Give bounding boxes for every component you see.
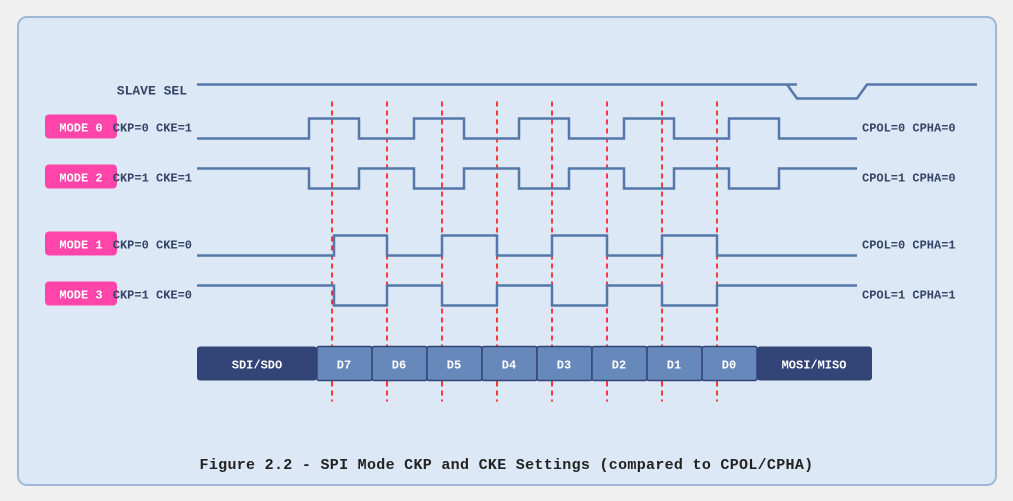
- mode3-cpol-cpha: CPOL=1 CPHA=1: [862, 288, 956, 302]
- d1-label: D1: [666, 358, 680, 372]
- diagram-area: SLAVE SEL MODE 0 CKP=0 CKE=1: [37, 36, 977, 447]
- d5-label: D5: [446, 358, 460, 372]
- d6-label: D6: [391, 358, 405, 372]
- mode3-label: MODE 3: [59, 288, 102, 302]
- sdi-sdo-label: SDI/SDO: [231, 358, 281, 372]
- mode1-label: MODE 1: [59, 238, 102, 252]
- mode3-params: CKP=1 CKE=0: [112, 288, 191, 302]
- mode0-label: MODE 0: [59, 121, 102, 135]
- figure-caption: Figure 2.2 - SPI Mode CKP and CKE Settin…: [37, 447, 977, 474]
- d4-label: D4: [501, 358, 515, 372]
- slave-sel-label: SLAVE SEL: [116, 83, 186, 98]
- mode2-params: CKP=1 CKE=1: [112, 171, 191, 185]
- d2-label: D2: [611, 358, 625, 372]
- mosi-miso-label: MOSI/MISO: [781, 358, 846, 372]
- d3-label: D3: [556, 358, 570, 372]
- mode2-cpol-cpha: CPOL=1 CPHA=0: [862, 171, 956, 185]
- d0-label: D0: [721, 358, 735, 372]
- main-container: SLAVE SEL MODE 0 CKP=0 CKE=1: [17, 16, 997, 486]
- d7-label: D7: [336, 358, 350, 372]
- mode0-params: CKP=0 CKE=1: [112, 121, 191, 135]
- mode0-cpol-cpha: CPOL=0 CPHA=0: [862, 121, 956, 135]
- mode2-label: MODE 2: [59, 171, 102, 185]
- mode1-cpol-cpha: CPOL=0 CPHA=1: [862, 238, 956, 252]
- mode1-params: CKP=0 CKE=0: [112, 238, 191, 252]
